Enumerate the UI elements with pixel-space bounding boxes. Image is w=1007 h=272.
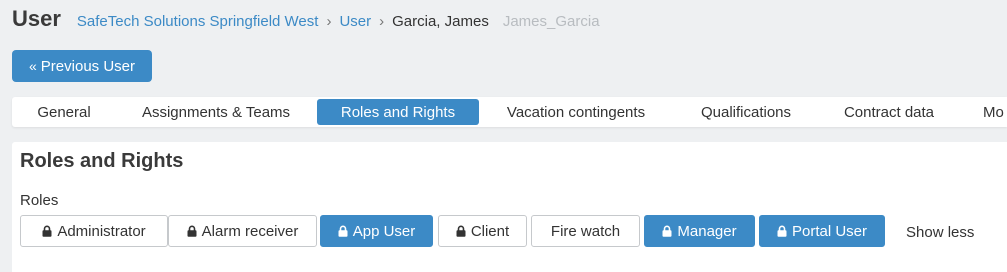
tab-bar: General Assignments & Teams Roles and Ri… [12,97,1007,127]
previous-user-label: Previous User [40,57,135,75]
tab-qualifications[interactable]: Qualifications [688,99,804,125]
role-label: Alarm receiver [201,222,299,240]
previous-user-button[interactable]: « Previous User [12,50,152,82]
lock-icon [187,225,197,237]
breadcrumb-user-link[interactable]: User [339,13,371,30]
role-app-user-button[interactable]: App User [320,215,433,247]
tab-vacation-contingents[interactable]: Vacation contingents [494,99,658,125]
user-login-name: James_Garcia [502,13,600,30]
page-title: User [12,6,61,31]
tab-roles-and-rights[interactable]: Roles and Rights [317,99,479,125]
show-less-link[interactable]: Show less [906,224,974,241]
role-label: Client [470,222,510,240]
role-label: Administrator [57,222,146,240]
page-header: User SafeTech Solutions Springfield West… [12,6,600,36]
lock-icon [456,225,466,237]
role-administrator-button[interactable]: Administrator [20,215,168,247]
section-title: Roles and Rights [20,150,184,172]
role-fire-watch-button[interactable]: Fire watch [531,215,640,247]
lock-icon [777,225,787,237]
lock-icon [338,225,348,237]
tab-assignments-teams[interactable]: Assignments & Teams [130,99,302,125]
lock-icon [662,225,672,237]
tab-general[interactable]: General [26,99,102,125]
role-client-button[interactable]: Client [438,215,527,247]
chevron-right-icon: › [379,13,385,30]
double-chevron-left-icon: « [29,58,37,74]
tab-contract-data[interactable]: Contract data [831,99,947,125]
breadcrumb-current-user: Garcia, James [392,13,489,30]
chevron-right-icon: › [326,13,332,30]
role-label: Portal User [791,222,868,240]
roles-label: Roles [20,192,59,209]
lock-icon [42,225,52,237]
role-portal-user-button[interactable]: Portal User [759,215,885,247]
roles-and-rights-panel: Roles and Rights Roles Administrator Ala… [12,142,1007,272]
role-label: Fire watch [550,222,621,240]
role-label: Manager [677,222,737,240]
role-label: App User [352,222,416,240]
tab-more[interactable]: Mo [983,99,1007,125]
role-alarm-receiver-button[interactable]: Alarm receiver [168,215,317,247]
breadcrumb-company-link[interactable]: SafeTech Solutions Springfield West [77,13,319,30]
role-manager-button[interactable]: Manager [644,215,755,247]
